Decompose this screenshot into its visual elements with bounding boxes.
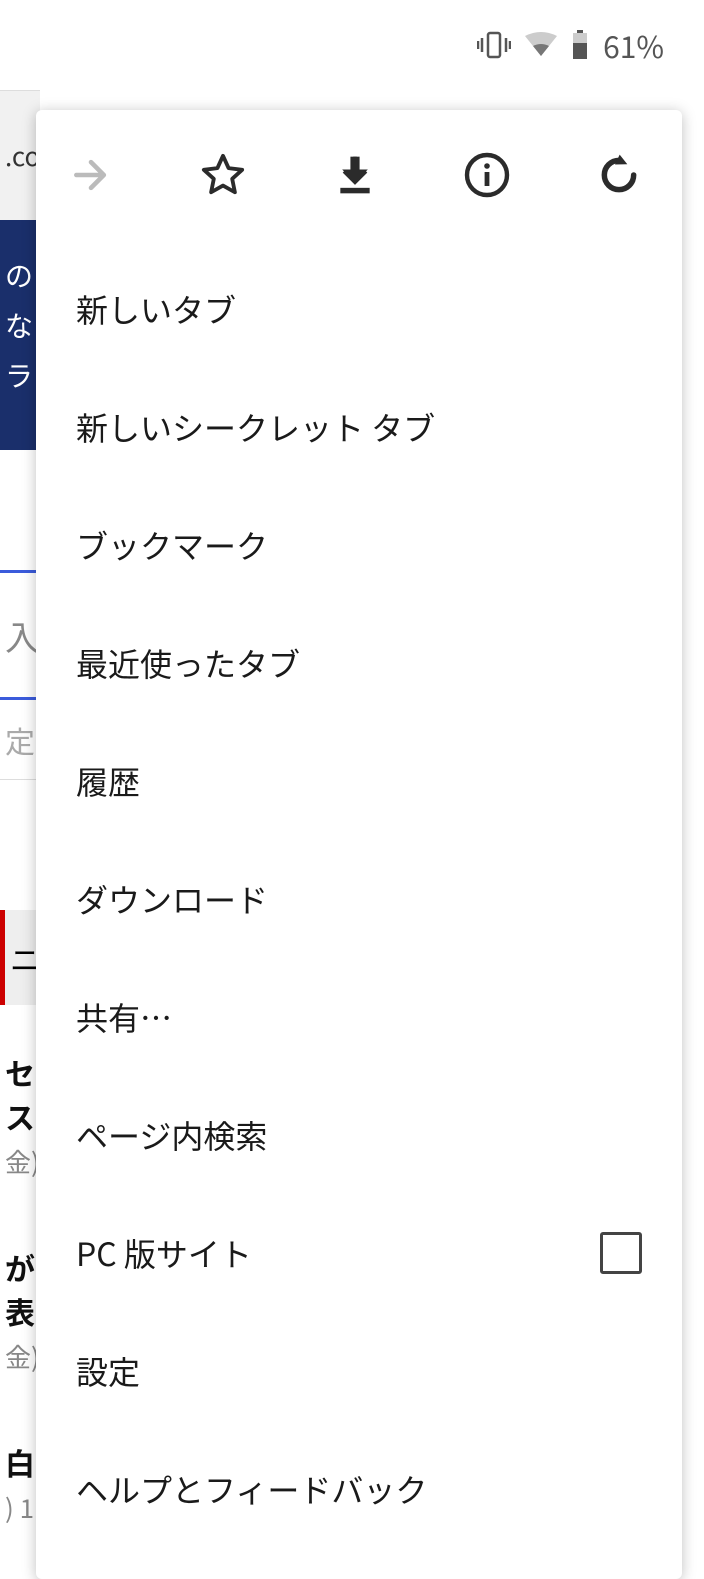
menu-label: ブックマーク xyxy=(76,522,268,568)
page-background: .co の な ラ 入 定 ニ セス 金) が表 金) 白 ) 1 xyxy=(0,90,40,1579)
bg-banner: の な ラ xyxy=(0,220,40,450)
battery-percent: 61% xyxy=(603,23,664,67)
menu-settings[interactable]: 設定 xyxy=(36,1312,682,1430)
menu-recent-tabs[interactable]: 最近使ったタブ xyxy=(36,604,682,722)
bg-article2: が表 xyxy=(0,1240,40,1338)
menu-new-tab[interactable]: 新しいタブ xyxy=(36,250,682,368)
menu-label: PC 版サイト xyxy=(76,1230,252,1276)
info-button[interactable] xyxy=(462,150,512,200)
bg-article1: セス xyxy=(0,1045,40,1143)
battery-icon xyxy=(571,30,589,60)
menu-find-in-page[interactable]: ページ内検索 xyxy=(36,1076,682,1194)
menu-label: 履歴 xyxy=(76,758,140,804)
overflow-menu: 新しいタブ 新しいシークレット タブ ブックマーク 最近使ったタブ 履歴 ダウン… xyxy=(36,110,682,1579)
menu-share[interactable]: 共有… xyxy=(36,958,682,1076)
vibrate-icon xyxy=(477,31,511,59)
menu-items-list: 新しいタブ 新しいシークレット タブ ブックマーク 最近使ったタブ 履歴 ダウン… xyxy=(36,240,682,1558)
menu-label: 設定 xyxy=(76,1348,140,1394)
forward-button[interactable] xyxy=(66,150,116,200)
bookmark-button[interactable] xyxy=(198,150,248,200)
bg-article3: 白 xyxy=(0,1435,40,1489)
bg-search: 入 xyxy=(0,570,40,700)
menu-label: 新しいシークレット タブ xyxy=(76,404,435,450)
menu-desktop-site[interactable]: PC 版サイト xyxy=(36,1194,682,1312)
status-bar: 61% xyxy=(0,0,704,90)
menu-label: ダウンロード xyxy=(76,876,268,922)
menu-help[interactable]: ヘルプとフィードバック xyxy=(36,1430,682,1548)
menu-icon-row xyxy=(36,110,682,240)
menu-downloads[interactable]: ダウンロード xyxy=(36,840,682,958)
menu-label: ページ内検索 xyxy=(76,1112,267,1158)
menu-history[interactable]: 履歴 xyxy=(36,722,682,840)
menu-label: 最近使ったタブ xyxy=(76,640,300,686)
desktop-site-checkbox[interactable] xyxy=(600,1232,642,1274)
menu-new-incognito[interactable]: 新しいシークレット タブ xyxy=(36,368,682,486)
menu-label: 共有… xyxy=(76,994,172,1040)
bg-url: .co xyxy=(0,90,40,220)
bg-news: ニ xyxy=(0,910,40,1005)
menu-label: 新しいタブ xyxy=(76,286,236,332)
wifi-icon xyxy=(525,32,557,58)
menu-bookmarks[interactable]: ブックマーク xyxy=(36,486,682,604)
menu-label: ヘルプとフィードバック xyxy=(76,1466,427,1512)
bg-setting: 定 xyxy=(0,700,40,780)
download-button[interactable] xyxy=(330,150,380,200)
reload-button[interactable] xyxy=(594,150,644,200)
